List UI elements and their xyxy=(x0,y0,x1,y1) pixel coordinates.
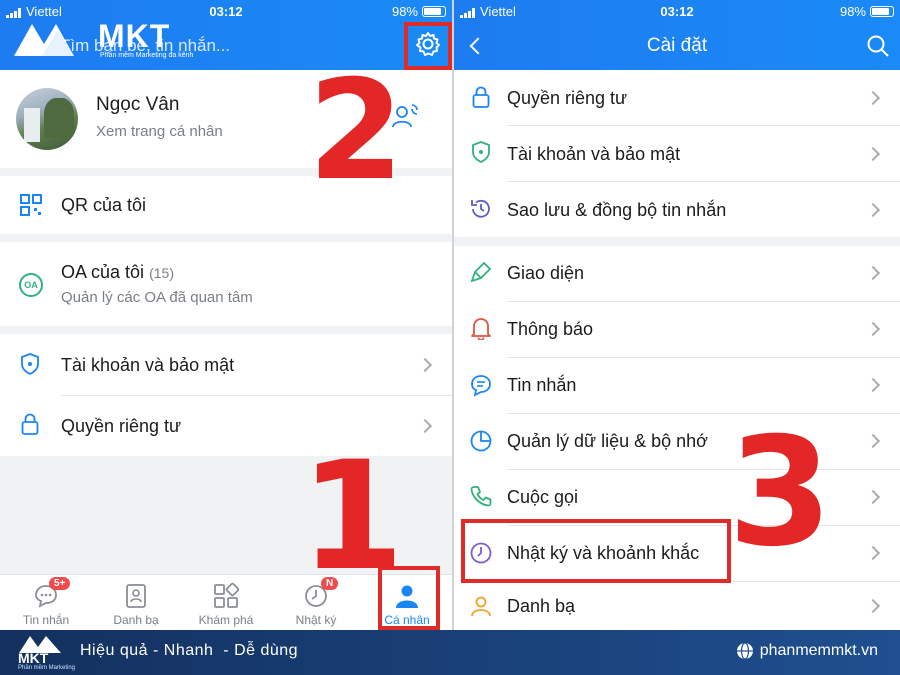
battery: 98% xyxy=(392,4,446,19)
profile-name: Ngọc Vân xyxy=(96,94,180,115)
logo-text: MKT xyxy=(98,18,171,54)
battery-icon xyxy=(422,6,446,17)
settings-group-security: Quyền riêng tư Tài khoản và bảo mật Sao … xyxy=(454,70,900,237)
step-number-2: 2 xyxy=(308,50,405,211)
settings-item-label: Tài khoản và bảo mật xyxy=(507,144,681,164)
settings-item-label: Quyền riêng tư xyxy=(507,88,628,108)
footer-logo: MKT Phần mềm Marketing xyxy=(18,634,75,672)
footer-slogan: Hiệu quả - Nhanh - Dễ dùng xyxy=(80,642,299,659)
chevron-right-icon xyxy=(865,202,881,218)
signal-icon xyxy=(460,7,475,18)
tab-label: Danh bạ xyxy=(113,613,159,627)
battery-percent: 98% xyxy=(391,4,418,19)
chevron-right-icon xyxy=(865,545,881,561)
footer-logo-subtext: Phần mềm Marketing xyxy=(18,665,76,671)
chevron-right-icon xyxy=(865,598,881,614)
contacts-icon xyxy=(126,584,146,608)
settings-header: Viettel 03:12 98% Cài đặt xyxy=(454,0,900,70)
highlight-settings-button xyxy=(404,22,452,70)
backup-clock-icon xyxy=(471,199,490,218)
logo-subtext: Phần mềm Marketing đa kênh xyxy=(100,52,194,59)
chevron-right-icon xyxy=(865,265,881,281)
settings-item-notifications[interactable]: Thông báo xyxy=(454,302,900,357)
page-title: Cài đặt xyxy=(646,35,708,56)
highlight-timeline-setting xyxy=(461,519,731,583)
settings-item-messages[interactable]: Tin nhắn xyxy=(454,358,900,413)
settings-item-label: Tin nhắn xyxy=(507,375,577,395)
chevron-right-icon xyxy=(865,321,881,337)
tab-label: Tin nhắn xyxy=(22,613,70,627)
carrier-label: Viettel xyxy=(480,4,516,19)
profile-subtitle: Xem trang cá nhân xyxy=(96,123,223,140)
settings-item-privacy[interactable]: Quyền riêng tư xyxy=(454,70,900,125)
settings-item-backup-sync[interactable]: Sao lưu & đồng bộ tin nhắn xyxy=(454,182,900,237)
settings-item-account-security[interactable]: Tài khoản và bảo mật xyxy=(454,126,900,181)
battery: 98% xyxy=(840,4,894,19)
message-icon xyxy=(471,375,491,397)
pie-chart-icon xyxy=(470,430,492,452)
oa-label: OA của tôi (15) xyxy=(61,262,174,283)
chevron-right-icon xyxy=(865,90,881,106)
settings-item-appearance[interactable]: Giao diện xyxy=(454,246,900,301)
chevron-right-icon xyxy=(417,357,433,373)
shield-icon xyxy=(21,353,39,375)
shield-icon xyxy=(472,141,490,163)
menu-item-label: Quyền riêng tư xyxy=(61,416,182,436)
settings-item-data-storage[interactable]: Quản lý dữ liệu & bộ nhớ xyxy=(454,414,900,469)
footer-logo-text: MKT xyxy=(18,650,49,666)
settings-item-label: Danh bạ xyxy=(507,596,576,616)
settings-item-label: Cuộc gọi xyxy=(507,487,579,507)
tab-discover[interactable]: Khám phá xyxy=(181,579,271,627)
mkt-logo-mark-icon xyxy=(14,24,74,56)
qr-code-icon xyxy=(20,194,42,216)
settings-item-label: Quản lý dữ liệu & bộ nhớ xyxy=(507,431,708,451)
chevron-right-icon xyxy=(865,433,881,449)
footer-website[interactable]: phanmemmkt.vn xyxy=(736,642,878,660)
chevron-right-icon xyxy=(865,489,881,505)
lock-icon xyxy=(472,86,490,108)
qr-label: QR của tôi xyxy=(61,195,147,215)
status-bar: Viettel 03:12 98% xyxy=(460,4,894,20)
globe-icon xyxy=(736,642,753,660)
tab-contacts[interactable]: Danh bạ xyxy=(91,579,181,627)
search-icon xyxy=(867,35,889,57)
unread-badge: 5+ xyxy=(49,577,71,590)
person-icon xyxy=(471,596,491,617)
settings-item-label: Thông báo xyxy=(507,319,594,339)
chevron-right-icon xyxy=(417,418,433,434)
bell-icon xyxy=(471,318,491,340)
tab-label: Nhật ký xyxy=(295,613,337,627)
tab-label: Khám phá xyxy=(198,613,254,627)
battery-icon xyxy=(870,6,894,17)
website-text: phanmemmkt.vn xyxy=(759,642,878,659)
chevron-right-icon xyxy=(865,146,881,162)
oa-count: (15) xyxy=(149,265,174,281)
lock-icon xyxy=(21,413,39,435)
step-number-1: 1 xyxy=(300,430,405,604)
oa-subtitle: Quản lý các OA đã quan tâm xyxy=(61,289,253,306)
oa-row[interactable]: OA OA của tôi (15) Quản lý các OA đã qua… xyxy=(0,242,452,326)
phone-icon xyxy=(470,486,492,507)
menu-item-account-security[interactable]: Tài khoản và bảo mật xyxy=(0,334,452,395)
tab-messages[interactable]: 5+ Tin nhắn xyxy=(1,577,91,627)
oa-label-text: OA của tôi xyxy=(61,262,145,282)
settings-item-calls[interactable]: Cuộc gọi xyxy=(454,470,900,525)
carrier: Viettel xyxy=(460,4,516,19)
avatar[interactable] xyxy=(16,88,78,150)
settings-item-label: Sao lưu & đồng bộ tin nhắn xyxy=(507,200,727,220)
status-time: 03:12 xyxy=(209,4,243,19)
chevron-right-icon xyxy=(865,377,881,393)
mkt-logo: MKT Phần mềm Marketing đa kênh xyxy=(12,14,202,62)
search-button[interactable] xyxy=(866,34,890,58)
settings-item-label: Giao diện xyxy=(507,263,585,283)
oa-icon: OA xyxy=(19,273,43,297)
settings-item-contacts[interactable]: Danh bạ xyxy=(454,582,900,630)
grid-apps-icon xyxy=(214,582,240,608)
menu-item-label: Tài khoản và bảo mật xyxy=(61,355,235,375)
battery-percent: 98% xyxy=(839,4,866,19)
paint-brush-icon xyxy=(470,261,492,283)
step-number-3: 3 xyxy=(728,406,833,580)
status-time: 03:12 xyxy=(660,4,694,19)
brand-footer: MKT Phần mềm Marketing Hiệu quả - Nhanh … xyxy=(0,630,900,675)
